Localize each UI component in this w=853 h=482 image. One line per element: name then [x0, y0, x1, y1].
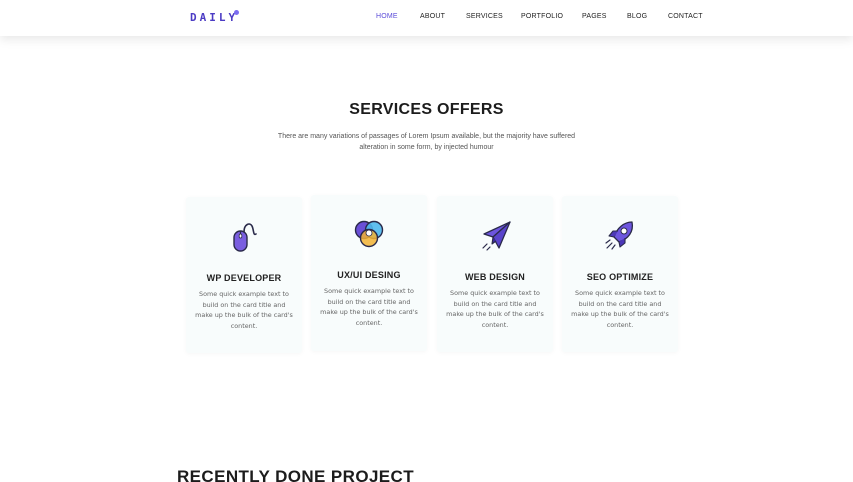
nav-pages[interactable]: PAGES [582, 13, 607, 20]
nav-home[interactable]: HOME [376, 13, 398, 20]
card-title: WEB DESIGN [464, 272, 525, 282]
card-text: Some quick example text to build on the … [320, 287, 418, 327]
service-card-seo[interactable]: SEO OPTIMIZE Some quick example text to … [562, 196, 678, 352]
nav-contact[interactable]: CONTACT [668, 13, 703, 20]
nav-services[interactable]: SERVICES [466, 13, 503, 20]
rocket-icon [605, 221, 634, 250]
main-menu: HOME ABOUT SERVICES PORTFOLIO PAGES BLOG… [0, 13, 853, 25]
card-text: Some quick example text to build on the … [446, 289, 544, 329]
mouse-icon [233, 223, 257, 252]
card-title: SEO OPTIMIZE [586, 272, 654, 282]
nav-about[interactable]: ABOUT [420, 13, 445, 20]
service-card-ux-ui[interactable]: UX/UI DESING Some quick example text to … [311, 195, 427, 351]
service-card-web-design[interactable]: WEB DESIGN Some quick example text to bu… [437, 196, 553, 352]
card-title: UX/UI DESING [337, 270, 401, 280]
nav-blog[interactable]: BLOG [627, 13, 647, 20]
services-title: SERVICES OFFERS [349, 101, 504, 118]
top-navbar: DAILY HOME ABOUT SERVICES PORTFOLIO PAGE… [0, 0, 853, 36]
nav-portfolio[interactable]: PORTFOLIO [521, 13, 563, 20]
color-circles-icon [354, 220, 384, 248]
card-text: Some quick example text to build on the … [571, 289, 669, 329]
card-text: Some quick example text to build on the … [195, 290, 293, 330]
projects-title: RECENTLY DONE PROJECT [177, 467, 415, 482]
service-card-wp-developer[interactable]: WP DEVELOPER Some quick example text to … [186, 197, 302, 353]
card-title: WP DEVELOPER [206, 273, 282, 283]
paper-plane-icon [482, 221, 511, 251]
services-subtitle: There are many variations of passages of… [277, 133, 576, 151]
